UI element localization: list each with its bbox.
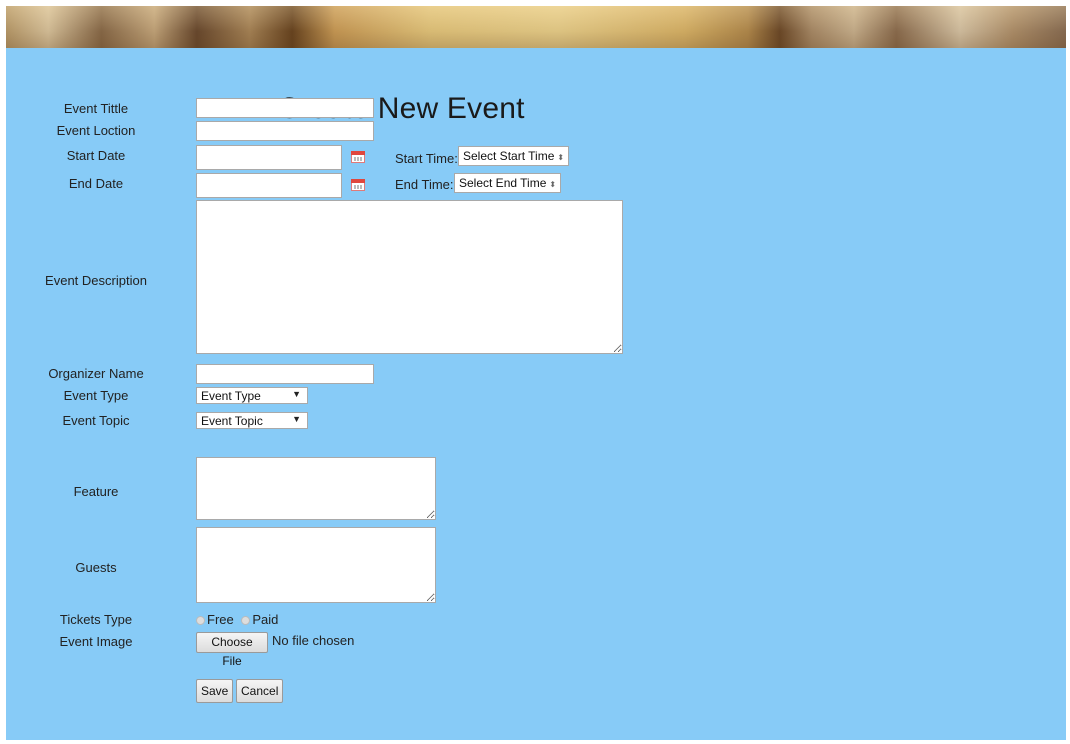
caret-down-icon: ▼ — [292, 389, 301, 399]
event-topic-label: Event Topic — [62, 413, 130, 428]
event-description-label: Event Description — [45, 273, 147, 288]
end-time-select[interactable]: Select End Time ⬍ — [454, 173, 562, 193]
caret-down-icon: ▼ — [292, 414, 301, 424]
event-topic-value: Event Topic — [201, 414, 263, 428]
event-topic-select[interactable]: Event Topic ▼ — [196, 412, 308, 429]
free-radio[interactable] — [196, 616, 205, 626]
end-time-value: Select End Time — [459, 176, 547, 190]
event-location-input[interactable] — [196, 121, 374, 141]
spinner-arrows-icon: ⬍ — [557, 153, 565, 162]
guests-label: Guests — [75, 560, 117, 575]
start-date-input[interactable] — [196, 145, 342, 170]
guests-textarea[interactable] — [196, 527, 436, 603]
feature-textarea[interactable] — [196, 457, 436, 520]
start-time-value: Select Start Time — [463, 149, 555, 163]
tickets-type-options: Free Paid — [196, 612, 278, 627]
free-radio-label: Free — [207, 612, 234, 627]
event-type-label: Event Type — [63, 388, 129, 403]
event-type-value: Event Type — [201, 389, 261, 403]
event-location-label: Event Loction — [56, 123, 136, 138]
paid-radio-label: Paid — [252, 612, 279, 627]
event-type-select[interactable]: Event Type ▼ — [196, 387, 308, 404]
paid-radio[interactable] — [241, 616, 251, 626]
event-title-input[interactable] — [196, 98, 374, 118]
save-button[interactable]: Save — [196, 679, 233, 703]
choose-file-button[interactable]: Choose File — [196, 632, 268, 668]
end-time-label: End Time: — [395, 177, 454, 192]
end-date-input[interactable] — [196, 173, 342, 198]
feature-label: Feature — [73, 484, 119, 499]
spinner-arrows-icon: ⬍ — [549, 180, 557, 189]
tickets-type-label: Tickets Type — [59, 612, 133, 627]
no-file-chosen-text: No file chosen — [272, 633, 355, 648]
start-time-select[interactable]: Select Start Time ⬍ — [458, 146, 570, 166]
organizer-name-input[interactable] — [196, 364, 374, 384]
cancel-button[interactable]: Cancel — [236, 679, 283, 703]
calendar-icon[interactable] — [351, 179, 365, 191]
start-time-label: Start Time: — [395, 151, 458, 166]
organizer-name-label: Organizer Name — [48, 366, 144, 381]
header-banner-shade — [6, 6, 1066, 48]
form-panel: Create New Event Event Tittle Event Loct… — [6, 48, 1066, 740]
calendar-icon[interactable] — [351, 151, 365, 163]
start-date-label: Start Date — [66, 148, 126, 163]
event-description-textarea[interactable] — [196, 200, 623, 354]
event-image-label: Event Image — [59, 634, 133, 649]
event-title-label: Event Tittle — [63, 101, 129, 116]
end-date-label: End Date — [68, 176, 124, 191]
